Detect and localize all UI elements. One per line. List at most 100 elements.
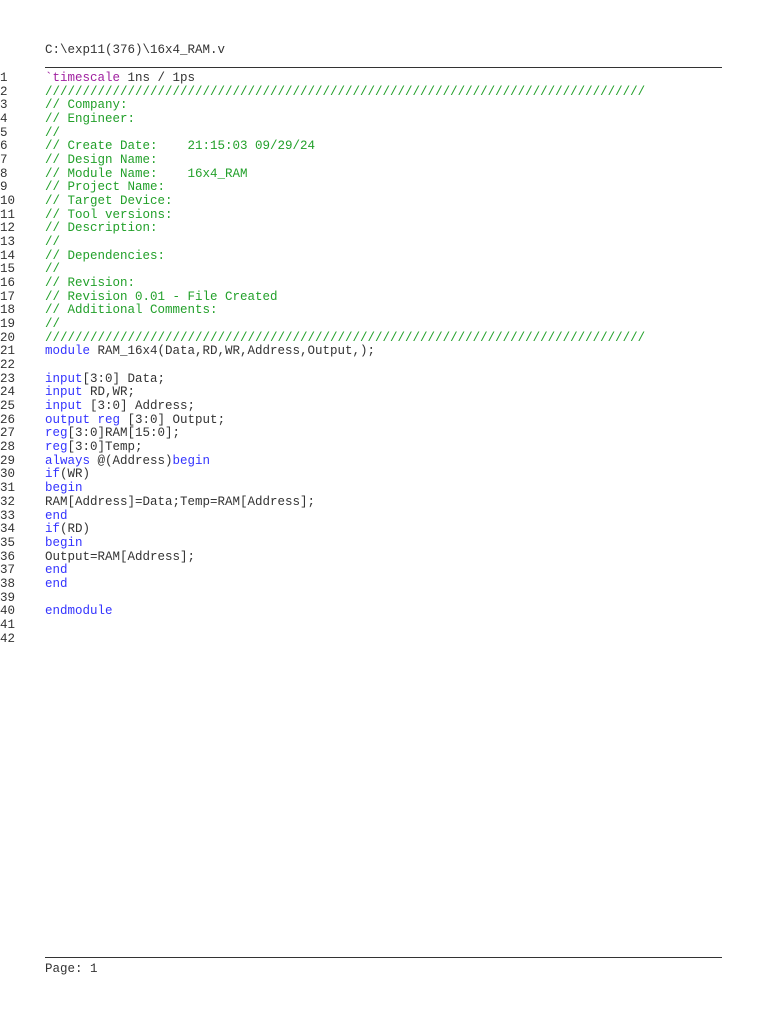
line-number: 1 [0,71,8,85]
line-text: // [45,235,61,250]
line-number: 42 [0,631,16,646]
file-path-header: C:\exp11(376)\16x4_RAM.v [45,43,226,57]
line-number: 11 [0,207,16,222]
line-text: // Additional Comments: [45,304,218,318]
line-text: begin [45,535,83,551]
comment-token: // Project Name: [45,180,166,195]
line-text: reg[3:0]RAM[15:0]; [45,427,180,441]
code-token: [3:0] Output; [120,412,226,427]
code-line: 4 // Engineer: [0,112,768,127]
comment-token: // Engineer: [45,112,136,127]
comment-token: // Create Date: 21:15:03 09/29/24 [45,139,316,154]
line-number: 6 [0,139,8,154]
line-number: 12 [0,221,16,236]
keyword-token: input [45,385,83,400]
code-line: 2 ///////////////////////////////////////… [0,85,768,100]
code-token: @(Address) [90,453,173,468]
line-number: 26 [0,412,16,427]
code-line: 29 always @(Address)begin [0,453,768,469]
keyword-token: if [45,522,61,537]
code-token: RD,WR; [82,385,136,400]
code-line: 6 // Create Date: 21:15:03 09/29/24 [0,140,768,154]
code-line: 31 begin [0,481,768,496]
line-text: endmodule [45,604,113,619]
code-token: 1ns / 1ps [120,71,196,85]
line-text: // Project Name: [45,181,165,195]
directive-token: `timescale [45,71,121,85]
code-line: 16 // Revision: [0,276,768,291]
line-text: ////////////////////////////////////////… [45,85,645,100]
code-line: 14 // Dependencies: [0,248,768,264]
code-line: 3 // Company: [0,99,768,113]
code-token: [3:0] Data; [82,371,166,386]
line-text: input [3:0] Address; [45,399,195,414]
code-line: 37 end [0,563,768,578]
line-number: 34 [0,522,16,537]
keyword-token: end [45,576,68,591]
line-text: // [45,263,60,277]
code-line: 38 end [0,576,768,592]
line-number: 21 [0,344,16,359]
code-line: 32 RAM[Address]=Data;Temp=RAM[Address]; [0,494,768,510]
code-line: 11 // Tool versions: [0,207,768,223]
code-listing: 1 `timescale 1ns / 1ps 2//////////////////… [0,71,768,646]
line-number: 17 [0,289,16,304]
line-number: 40 [0,604,16,619]
line-text: // Design Name: [45,153,158,168]
line-text: reg[3:0]Temp; [45,440,143,455]
line-number: 28 [0,440,16,455]
code-line: 13 // [0,235,768,250]
code-token: RAM[Address]=Data;Temp=RAM[Address]; [45,494,316,509]
line-number: 36 [0,549,16,564]
keyword-token: endmodule [45,604,113,619]
line-number: 30 [0,467,16,482]
keyword-token: input [45,399,83,414]
code-line: 40 endmodule [0,604,768,619]
line-text: module RAM_16x4(Data,RD,WR,Address,Outpu… [45,345,375,359]
code-line: 26 output reg [3:0] Output; [0,412,768,428]
code-line: 34 if(RD) [0,522,768,537]
keyword-token: if [45,467,61,482]
comment-token: // [45,317,61,332]
comment-token: // Design Name: [45,153,158,168]
line-text: input RD,WR; [45,386,135,400]
comment-token: // Revision: [45,276,136,291]
line-number: 29 [0,453,16,468]
code-line: 18 // Additional Comments: [0,304,768,318]
keyword-token: reg [45,426,68,441]
code-token: Output=RAM[Address]; [45,549,196,564]
keyword-token: begin [45,535,83,550]
code-line: 25 input [3:0] Address; [0,399,768,414]
code-line: 24 input RD,WR; [0,386,768,400]
code-line: 19 // [0,317,768,332]
code-line: 23 input[3:0] Data; [0,371,768,387]
code-line: 15 // [0,263,768,277]
code-line: 28 reg[3:0]Temp; [0,440,768,455]
line-number: 23 [0,371,16,386]
comment-token: // [45,235,61,250]
line-number: 35 [0,535,16,550]
line-number: 18 [0,303,16,318]
comment-token: // Description: [45,221,158,236]
comment-token: // Company: [45,98,128,113]
line-text: // Engineer: [45,112,136,127]
line-number: 38 [0,576,16,591]
line-text: input[3:0] Data; [45,371,166,387]
line-number: 13 [0,235,16,250]
code-line: 27 reg[3:0]RAM[15:0]; [0,427,768,441]
line-number: 14 [0,248,16,263]
line-number: 31 [0,481,16,496]
keyword-token: begin [172,453,211,468]
code-token: [3:0]RAM[15:0]; [67,426,181,441]
line-text: // Module Name: 16x4_RAM [45,166,248,182]
line-number: 9 [0,180,8,195]
code-line: 5 // [0,125,768,141]
keyword-token: begin [45,481,83,496]
line-text: // Revision 0.01 - File Created [45,290,278,305]
line-text: // [45,126,60,141]
line-text: // Company: [45,99,128,113]
line-number: 5 [0,125,8,140]
comment-token: // Module Name: 16x4_RAM [45,166,248,181]
comment-token: // Tool versions: [45,207,173,222]
